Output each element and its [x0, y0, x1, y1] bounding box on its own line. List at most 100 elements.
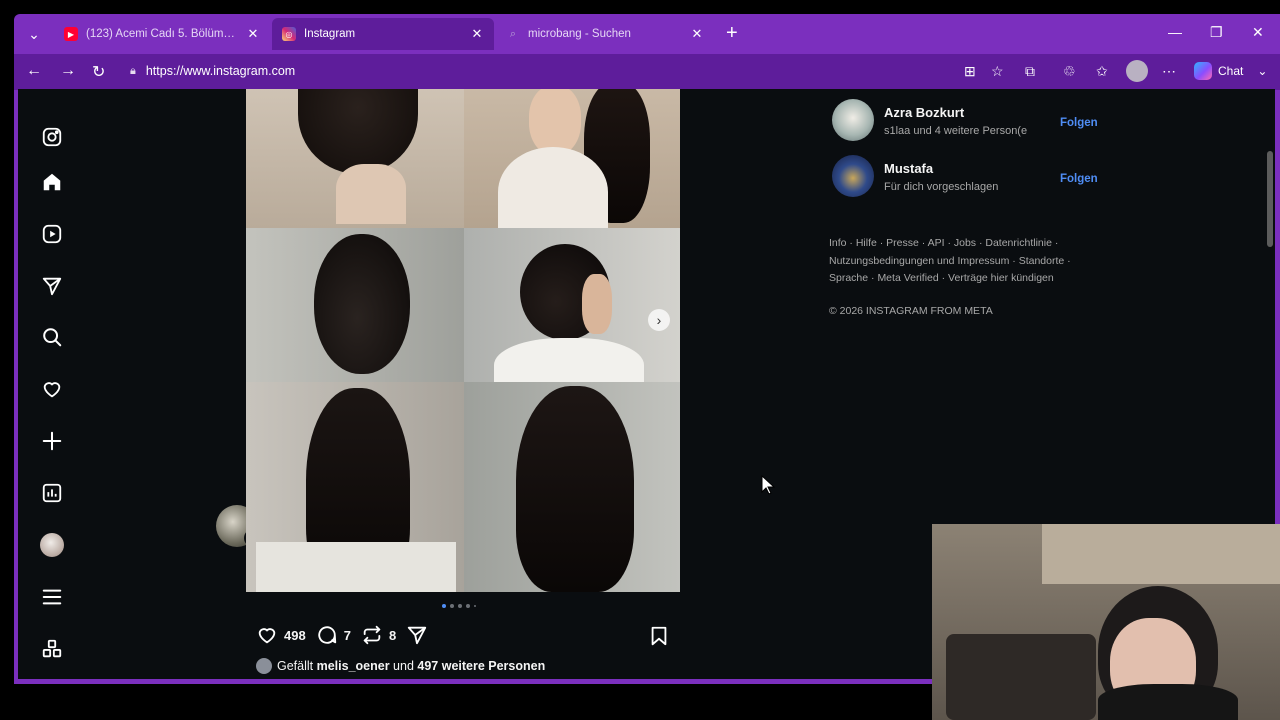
sidebar-nav [18, 89, 88, 679]
carousel-dot [466, 604, 470, 608]
restore-button[interactable]: ❐ [1210, 24, 1223, 41]
like-count: 498 [284, 627, 306, 643]
heart-icon [43, 382, 61, 398]
carousel-next-button[interactable]: › [648, 309, 670, 331]
arrow-left-icon: ← [26, 62, 42, 79]
favorites-icon[interactable]: ✩ [1096, 63, 1108, 80]
copilot-chat-button[interactable]: Chat ⌄ [1194, 62, 1267, 80]
footer-links-line[interactable]: Nutzungsbedingungen und Impressum · Stan… [829, 253, 1109, 271]
plus-icon [42, 431, 62, 451]
sidebar-item-instagram[interactable] [40, 125, 64, 149]
tab-search[interactable]: ⌕ microbang - Suchen ✕ [496, 18, 714, 50]
follow-button[interactable]: Folgen [1060, 117, 1098, 129]
tab-youtube[interactable]: ▶ (123) Acemi Cadı 5. Bölüm | Full Bö ✕ [54, 18, 270, 50]
likes-summary[interactable]: Gefällt melis_oener und 497 weitere Pers… [256, 658, 545, 674]
carousel-dot [442, 604, 446, 608]
sidebar-item-more[interactable] [40, 585, 64, 609]
carousel-dot [450, 604, 454, 608]
heart-icon [258, 628, 276, 644]
sidebar-item-reels[interactable] [40, 222, 64, 246]
sidebar-item-notifications[interactable] [40, 377, 64, 401]
reload-button[interactable]: ↻ [92, 62, 105, 82]
chevron-down-icon: ⌄ [1257, 64, 1268, 78]
profile-avatar[interactable] [1126, 60, 1148, 82]
scrollbar-thumb[interactable] [1267, 151, 1273, 247]
post-image-carousel[interactable] [246, 89, 680, 592]
close-window-button[interactable]: ✕ [1252, 24, 1264, 41]
address-bar[interactable]: 🔒︎ https://www.instagram.com [120, 58, 940, 84]
likes-prefix: Gefällt [277, 659, 317, 673]
hair-photo-4 [464, 228, 680, 382]
tab-title: (123) Acemi Cadı 5. Bölüm | Full Bö [86, 28, 238, 40]
suggestion-subtext: s1laa und 4 weitere Person(e [884, 125, 1028, 137]
search-icon [43, 328, 62, 347]
webcam-overlay [932, 524, 1280, 720]
sidebar-item-messages[interactable] [40, 274, 64, 298]
insights-icon [42, 483, 62, 503]
send-icon [42, 277, 62, 296]
chevron-right-icon: › [656, 312, 662, 328]
sidebar-item-create[interactable] [40, 429, 64, 453]
chevron-down-icon: ⌄ [28, 25, 40, 42]
sidebar-item-profile[interactable] [40, 533, 64, 557]
sidebar-item-apps[interactable] [40, 637, 64, 661]
copilot-icon [1194, 62, 1212, 80]
instagram-icon: ◎ [282, 27, 296, 41]
forward-button[interactable]: → [60, 62, 76, 80]
close-icon[interactable]: ✕ [246, 26, 260, 42]
tab-title: Instagram [304, 28, 356, 40]
share-button[interactable] [406, 624, 434, 646]
back-button[interactable]: ← [26, 62, 42, 80]
hair-photo-3 [246, 228, 464, 382]
search-icon: ⌕ [509, 27, 517, 40]
extensions-icon[interactable]: ⧉ [1025, 63, 1035, 80]
address-toolbar: ← → ↻ 🔒︎ https://www.instagram.com ⊞ ☆ ⧉… [14, 54, 1280, 90]
close-icon[interactable]: ✕ [690, 26, 704, 42]
save-button[interactable] [648, 625, 670, 652]
suggestion-name[interactable]: Mustafa [884, 161, 933, 176]
likes-rest[interactable]: 497 weitere Personen [417, 659, 545, 673]
suggestion-name[interactable]: Azra Bozkurt [884, 105, 964, 120]
sidebar-item-home[interactable] [40, 170, 64, 194]
app-available-icon[interactable]: ⊞ [964, 63, 976, 80]
footer-links: Info · Hilfe · Presse · API · Jobs · Dat… [829, 235, 1109, 288]
avatar[interactable] [832, 155, 874, 197]
tab-instagram[interactable]: ◎ Instagram ✕ [272, 18, 494, 50]
repost-button[interactable]: 8 [361, 624, 396, 646]
tab-list-button[interactable]: ⌄ [20, 22, 48, 46]
bookmark-icon [651, 626, 667, 646]
url-text: https://www.instagram.com [145, 64, 296, 78]
more-options-icon[interactable]: ⋯ [1162, 63, 1176, 80]
youtube-icon: ▶ [64, 27, 78, 41]
avatar[interactable] [832, 99, 874, 141]
favorite-star-icon[interactable]: ☆ [991, 63, 1004, 80]
instagram-logo-icon [42, 127, 62, 147]
hair-photo-6 [464, 382, 680, 592]
close-icon[interactable]: ✕ [470, 26, 484, 42]
tab-title: microbang - Suchen [528, 28, 631, 40]
comment-button[interactable]: 7 [316, 624, 351, 646]
hair-photo-1 [246, 89, 464, 228]
refresh-icon: ↻ [92, 64, 106, 81]
new-tab-button[interactable]: + [726, 22, 738, 44]
suggestion-item: Mustafa Für dich vorgeschlagen Folgen [828, 155, 1118, 211]
sidebar-item-dashboard[interactable] [40, 481, 64, 505]
sidebar-item-search[interactable] [40, 325, 64, 349]
footer-links-line[interactable]: Info · Hilfe · Presse · API · Jobs · Dat… [829, 235, 1109, 253]
menu-icon [42, 589, 62, 605]
follow-button[interactable]: Folgen [1060, 173, 1098, 185]
likes-user[interactable]: melis_oener [317, 659, 390, 673]
carousel-dot [458, 604, 462, 608]
liker-avatar [256, 658, 272, 674]
like-button[interactable]: 498 [256, 624, 306, 646]
suggestions-list: Azra Bozkurt s1laa und 4 weitere Person(… [828, 99, 1118, 211]
comment-count: 7 [343, 627, 351, 643]
footer-links-line[interactable]: Sprache · Meta Verified · Verträge hier … [829, 270, 1109, 288]
suggestion-item: Azra Bozkurt s1laa und 4 weitere Person(… [828, 99, 1118, 155]
plus-icon: + [726, 22, 738, 44]
minimize-button[interactable]: — [1168, 24, 1182, 40]
chat-label: Chat [1218, 64, 1244, 78]
mouse-cursor-icon [761, 474, 776, 500]
performance-icon[interactable]: ♲ [1063, 63, 1076, 80]
lock-icon: 🔒︎ [130, 64, 136, 77]
